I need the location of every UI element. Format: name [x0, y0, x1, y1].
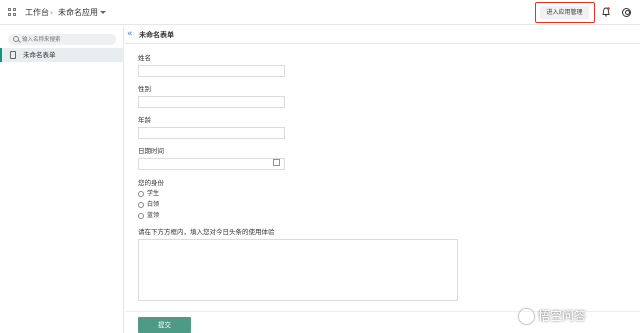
- form-title: 未命名表单: [139, 31, 174, 39]
- bell-icon[interactable]: [602, 7, 610, 17]
- manage-app-button[interactable]: 进入应用管理: [540, 6, 589, 19]
- sidebar-item-label: 未命名表单: [23, 51, 56, 59]
- radio-label-blue-collar: 蓝领: [147, 212, 160, 219]
- gender-input[interactable]: [138, 96, 285, 108]
- top-bar: 工作台 › 未命名应用 进入应用管理: [0, 0, 640, 25]
- user-avatar-icon[interactable]: [622, 8, 631, 17]
- chevron-right-icon: ›: [50, 8, 54, 17]
- search-icon: [13, 36, 19, 42]
- submit-button[interactable]: 提交: [138, 317, 191, 333]
- form-header: « 未命名表单: [125, 26, 640, 44]
- chevron-down-icon[interactable]: [100, 11, 106, 14]
- watermark-logo-icon: [519, 309, 534, 324]
- name-input[interactable]: [138, 65, 285, 77]
- radio-student[interactable]: [138, 191, 144, 197]
- feedback-label: 请在下方方框内，填入您对今日头条的使用体验: [138, 228, 275, 236]
- radio-white-collar[interactable]: [138, 202, 144, 208]
- sidebar: 未命名表单: [0, 26, 124, 333]
- age-input[interactable]: [138, 127, 285, 139]
- feedback-textarea[interactable]: [138, 239, 458, 301]
- datetime-input[interactable]: [138, 158, 285, 170]
- collapse-sidebar-icon[interactable]: «: [127, 29, 133, 39]
- sidebar-item-form[interactable]: 未命名表单: [0, 48, 124, 62]
- breadcrumb-workbench[interactable]: 工作台: [25, 7, 49, 18]
- identity-label: 您的身份: [138, 179, 164, 187]
- breadcrumb-app[interactable]: 未命名应用: [58, 7, 98, 18]
- radio-label-student: 学生: [147, 190, 160, 197]
- radio-label-white-collar: 白领: [147, 201, 160, 208]
- search-input[interactable]: [8, 34, 116, 45]
- name-label: 姓名: [138, 54, 151, 62]
- calendar-icon[interactable]: [273, 159, 280, 166]
- age-label: 年龄: [138, 116, 151, 124]
- radio-blue-collar[interactable]: [138, 213, 144, 219]
- watermark-text: 悟空问答: [538, 309, 587, 323]
- document-icon: [10, 51, 16, 59]
- form-body: 姓名 性别 年龄 日期时间 您的身份 学生 白领 蓝领 请在下方方框内，填入您对…: [125, 45, 640, 333]
- gender-label: 性别: [138, 85, 151, 93]
- apps-grid-icon[interactable]: [8, 8, 16, 16]
- datetime-label: 日期时间: [138, 147, 164, 155]
